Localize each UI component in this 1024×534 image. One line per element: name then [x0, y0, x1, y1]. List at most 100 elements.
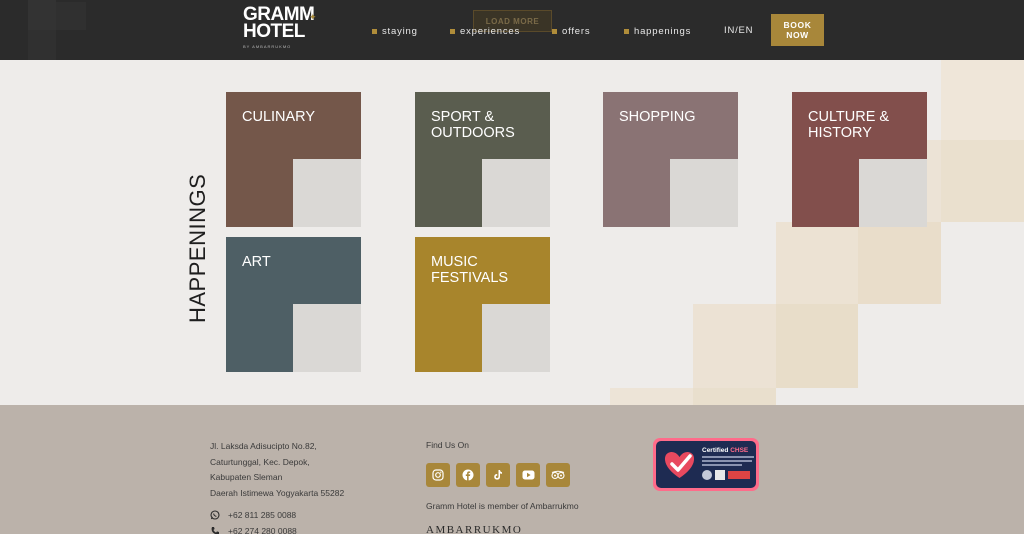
nav-item-label: happenings [634, 25, 692, 37]
staircase-block [516, 338, 533, 372]
whatsapp-contact[interactable]: +62 811 285 0088 [210, 510, 296, 520]
happenings-section-title: HAPPENINGS [185, 173, 210, 323]
category-tile-shopping[interactable]: SHOPPING [603, 92, 738, 227]
chse-fine-print [702, 464, 742, 466]
qr-code-icon [715, 470, 725, 480]
tile-label: CULINARY [242, 109, 316, 125]
book-label-line1: BOOK [783, 20, 812, 30]
decor-square [610, 388, 693, 405]
phone-contact[interactable]: +62 274 280 0088 [210, 526, 297, 534]
address-line: Caturtunggal, Kec. Depok, [210, 456, 310, 467]
chse-fine-print [702, 460, 752, 462]
site-header: GRAMM HOTEL BY AMBARRUKMO ✦ LOAD MORE st… [0, 0, 1024, 60]
staircase-block [721, 210, 738, 227]
tile-label: SPORT & OUTDOORS [431, 109, 515, 141]
nav-item-label: staying [382, 25, 418, 37]
address-line: Kabupaten Sleman [210, 472, 283, 482]
tiktok-icon[interactable] [486, 463, 510, 487]
header-decor-square [28, 30, 56, 60]
tile-label: ART [242, 254, 271, 270]
staircase-block [499, 321, 516, 372]
tripadvisor-icon[interactable] [546, 463, 570, 487]
staircase-block [482, 159, 499, 227]
category-tile-art[interactable]: ART [226, 237, 361, 372]
decor-square [941, 60, 1024, 140]
nav-bullet-icon [552, 28, 557, 34]
staircase-block [344, 210, 361, 227]
category-tile-music-festivals[interactable]: MUSIC FESTIVALS [415, 237, 550, 372]
facebook-icon[interactable] [456, 463, 480, 487]
staircase-block [310, 176, 327, 227]
whatsapp-number: +62 811 285 0088 [228, 510, 297, 520]
staircase-block [859, 159, 876, 227]
address-line: Daerah Istimewa Yogyakarta 55282 [210, 487, 345, 498]
youtube-icon[interactable] [516, 463, 540, 487]
chse-fine-print [702, 456, 754, 458]
nav-item-label: offers [562, 25, 591, 37]
nav-item-label: experiences [460, 25, 521, 37]
nav-bullet-icon [450, 28, 455, 34]
logo-subtitle: BY AMBARRUKMO [243, 44, 292, 49]
address-line: Jl. Laksda Adisucipto No.82, [210, 441, 317, 451]
staircase-block [533, 355, 550, 372]
indonesia-care-logo [728, 471, 750, 479]
phone-number: +62 274 280 0088 [228, 526, 297, 534]
tile-label: MUSIC FESTIVALS [431, 254, 509, 286]
chse-badge-inner: Certified CHSE [656, 441, 756, 488]
staircase-block [533, 210, 550, 227]
language-switch[interactable]: IN/EN [724, 25, 753, 36]
chse-name-text: CHSE [730, 447, 749, 454]
book-label-line2: NOW [786, 30, 809, 40]
header-decor-square [56, 2, 86, 30]
chse-title: Certified CHSE [702, 447, 748, 454]
chse-certified-badge[interactable]: Certified CHSE [653, 438, 759, 491]
staircase-block [670, 159, 687, 227]
decor-square [858, 222, 941, 304]
nav-item-happenings[interactable]: happenings [624, 25, 691, 37]
phone-icon [210, 526, 220, 534]
hotel-address: Jl. Laksda Adisucipto No.82, Caturtungga… [210, 439, 344, 501]
decor-square [776, 304, 858, 388]
chse-logos [702, 470, 754, 482]
staircase-block [704, 193, 721, 227]
staircase-block [293, 304, 310, 372]
tile-label: CULTURE & HISTORY [808, 109, 890, 141]
staircase-block [344, 355, 361, 372]
staircase-block [327, 193, 344, 227]
category-tile-culture-history[interactable]: CULTURE & HISTORY [792, 92, 927, 227]
chse-certified-text: Certified [702, 447, 729, 454]
staircase-block [499, 176, 516, 227]
logo-line-2: HOTEL [243, 21, 305, 42]
decor-square [693, 304, 776, 388]
membership-text: Gramm Hotel is member of Ambarrukmo [426, 501, 579, 511]
decor-square [693, 388, 776, 405]
whatsapp-icon [210, 510, 220, 520]
nav-item-staying[interactable]: staying [372, 25, 418, 37]
heart-check-icon [664, 451, 695, 478]
staircase-block [482, 304, 499, 372]
nav-item-offers[interactable]: offers [552, 25, 590, 37]
staircase-block [310, 321, 327, 372]
staircase-block [893, 193, 910, 227]
decor-square [776, 222, 858, 304]
nav-item-experiences[interactable]: experiences [450, 25, 520, 37]
staircase-block [876, 176, 893, 227]
ambarrukmo-logo[interactable]: AMBARRUKMO [426, 524, 522, 534]
gramm-hotel-logo[interactable]: GRAMM HOTEL BY AMBARRUKMO ✦ [243, 5, 323, 54]
book-now-button[interactable]: BOOK NOW [771, 14, 824, 46]
staircase-block [293, 159, 310, 227]
find-us-label: Find Us On [426, 440, 469, 450]
nav-bullet-icon [372, 28, 377, 34]
staircase-block [516, 193, 533, 227]
staircase-block [327, 338, 344, 372]
category-tile-sport-outdoors[interactable]: SPORT & OUTDOORS [415, 92, 550, 227]
ministry-seal-icon [702, 470, 712, 480]
header-decor-square [28, 0, 56, 30]
category-tile-culinary[interactable]: CULINARY [226, 92, 361, 227]
site-footer: Jl. Laksda Adisucipto No.82, Caturtungga… [0, 405, 1024, 534]
staircase-block [910, 210, 927, 227]
staircase-block [687, 176, 704, 227]
instagram-icon[interactable] [426, 463, 450, 487]
tile-label: SHOPPING [619, 109, 696, 125]
decor-square [941, 140, 1024, 222]
